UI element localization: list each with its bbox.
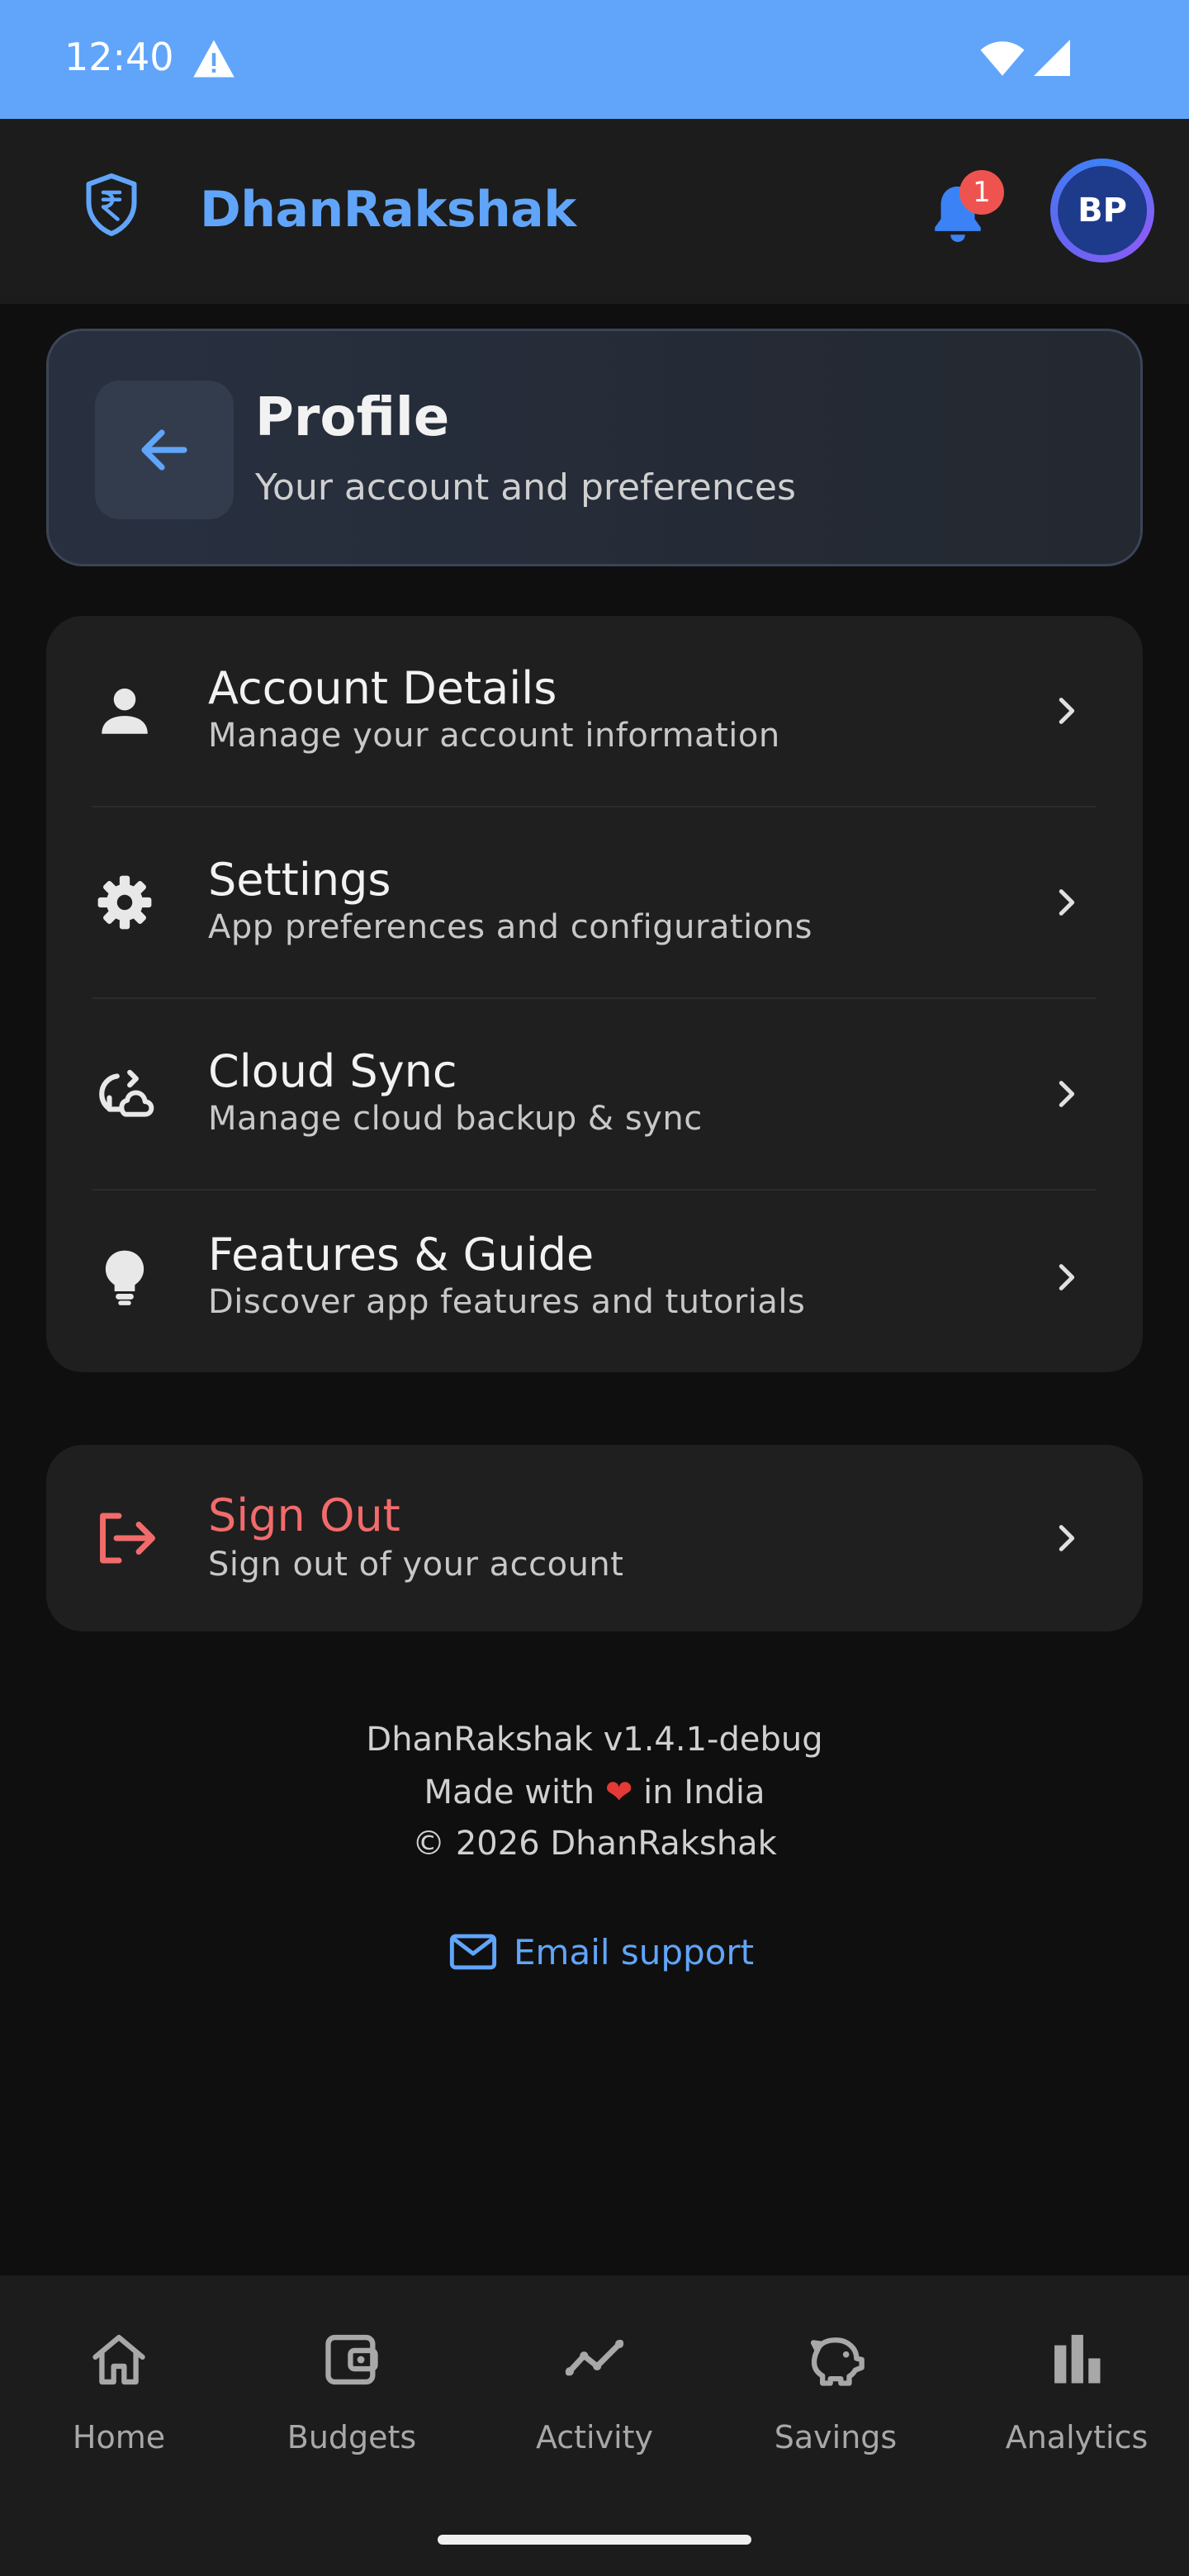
back-button[interactable]	[95, 381, 234, 519]
nav-item-analytics[interactable]: Analytics	[958, 2328, 1189, 2493]
wifi-icon	[980, 41, 1025, 76]
copyright: © 2026 DhanRakshak	[412, 1825, 777, 1863]
menu-item-cloud-sync[interactable]: Cloud Sync Manage cloud backup & sync	[46, 999, 1143, 1189]
sign-out-subtitle: Sign out of your account	[208, 1546, 624, 1584]
logout-icon	[100, 1513, 155, 1564]
nav-item-savings[interactable]: Savings	[717, 2328, 955, 2493]
menu-item-subtitle: App preferences and configurations	[208, 908, 812, 946]
chevron-right-icon	[1059, 1264, 1075, 1290]
email-support-label: Email support	[514, 1931, 755, 1972]
sign-out-title: Sign Out	[208, 1489, 400, 1541]
arrow-left-icon	[141, 429, 187, 471]
bottom-navigation: Home Budgets Activity Savings Analytics	[0, 2275, 1189, 2576]
page-subtitle: Your account and preferences	[255, 466, 796, 509]
warning-icon	[193, 40, 234, 78]
nav-label: Home	[72, 2419, 166, 2455]
bar-chart-icon	[1054, 2334, 1101, 2384]
nav-item-home[interactable]: Home	[0, 2328, 238, 2493]
status-time: 12:40	[64, 35, 174, 79]
shield-rupee-logo-icon	[86, 173, 137, 236]
avatar[interactable]: BP	[1050, 159, 1154, 263]
app-header: DhanRakshak 1 BP	[0, 119, 1189, 304]
cellular-signal-icon	[1034, 40, 1070, 76]
status-bar: 12:40	[0, 0, 1189, 119]
chevron-right-icon	[1059, 698, 1075, 724]
app-version: DhanRakshak v1.4.1-debug	[366, 1721, 823, 1759]
heart-icon: ❤	[604, 1773, 633, 1811]
menu-item-features-guide[interactable]: Features & Guide Discover app features a…	[46, 1182, 1143, 1372]
page-title: Profile	[255, 387, 450, 448]
profile-header-card: Profile Your account and preferences	[46, 329, 1143, 566]
profile-menu-card: Account Details Manage your account info…	[46, 616, 1143, 1372]
notification-badge: 1	[959, 170, 1004, 215]
made-in-india: Made with ❤ in India	[0, 1773, 1189, 1811]
nav-label: Activity	[535, 2419, 654, 2455]
menu-item-settings[interactable]: Settings App preferences and configurati…	[46, 807, 1143, 997]
nav-label: Budgets	[287, 2419, 417, 2455]
piggy-bank-icon	[810, 2337, 865, 2386]
menu-item-subtitle: Manage your account information	[208, 717, 780, 755]
chevron-right-icon	[1059, 1081, 1075, 1107]
nav-item-budgets[interactable]: Budgets	[233, 2328, 471, 2493]
menu-item-title: Settings	[208, 854, 391, 906]
menu-item-title: Features & Guide	[208, 1229, 594, 1281]
chevron-right-icon	[1059, 889, 1075, 916]
made-with-prefix: Made with	[424, 1773, 595, 1811]
activity-icon	[565, 2339, 624, 2376]
menu-item-subtitle: Manage cloud backup & sync	[208, 1100, 703, 1138]
sign-out-button[interactable]: Sign Out Sign out of your account	[46, 1445, 1143, 1631]
email-support-link[interactable]: Email support	[449, 1927, 754, 1977]
nav-label: Savings	[774, 2419, 898, 2455]
menu-item-title: Cloud Sync	[208, 1045, 457, 1097]
mail-icon	[449, 1934, 497, 1970]
lightbulb-icon	[105, 1250, 144, 1305]
menu-item-title: Account Details	[208, 662, 557, 714]
made-with-suffix: in India	[643, 1773, 765, 1811]
home-indicator[interactable]	[438, 2535, 751, 2545]
avatar-initials: BP	[1058, 166, 1147, 255]
nav-label: Analytics	[1005, 2419, 1149, 2455]
cloud-sync-icon	[99, 1069, 154, 1117]
gear-icon	[97, 875, 152, 930]
chevron-right-icon	[1059, 1525, 1075, 1551]
brand-name: DhanRakshak	[200, 181, 576, 239]
menu-item-subtitle: Discover app features and tutorials	[208, 1283, 806, 1321]
menu-item-account-details[interactable]: Account Details Manage your account info…	[46, 616, 1143, 806]
home-icon	[92, 2334, 145, 2385]
wallet-icon	[325, 2334, 378, 2385]
person-icon	[102, 688, 148, 734]
nav-item-activity[interactable]: Activity	[476, 2328, 713, 2493]
